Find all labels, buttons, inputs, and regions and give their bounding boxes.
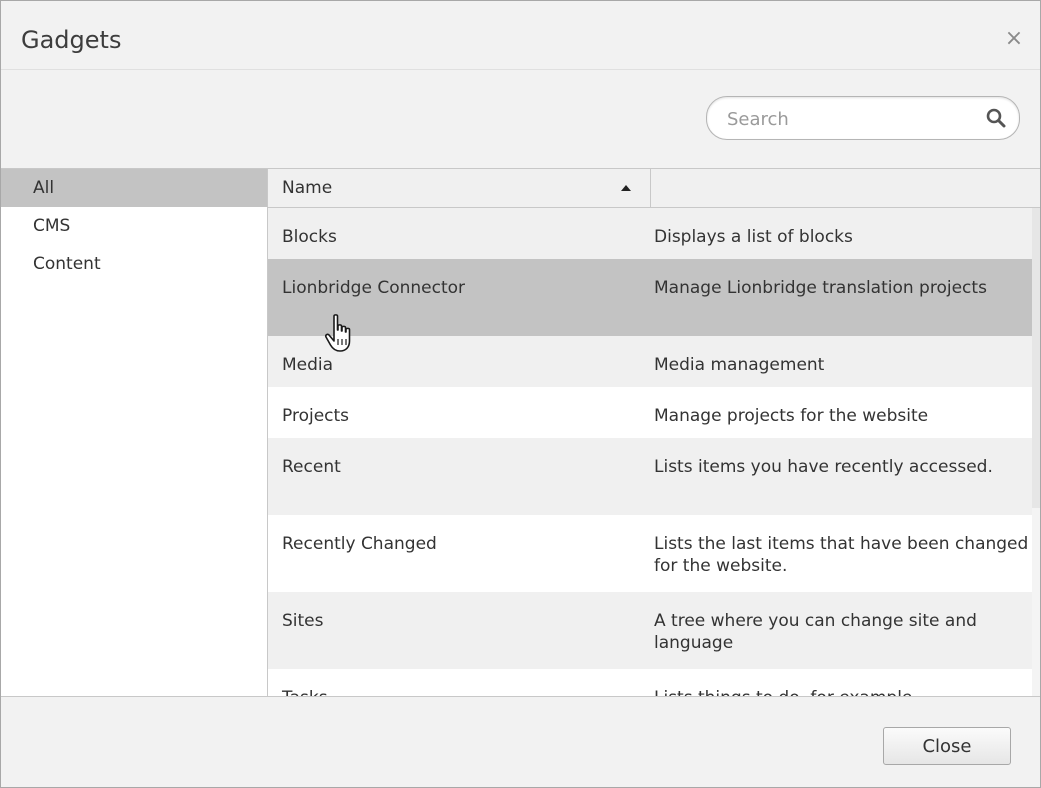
gadget-name: Media [282, 355, 334, 375]
search-box [706, 96, 1020, 140]
table-body: Blocks Displays a list of blocks Lionbri… [268, 208, 1032, 696]
table-row[interactable]: Tasks Lists things to do, for example [268, 669, 1032, 696]
sort-ascending-icon [621, 185, 631, 191]
gadget-description: A tree where you can change site and lan… [654, 611, 977, 653]
dialog-title: Gadgets [21, 26, 122, 54]
table-row[interactable]: Recently Changed Lists the last items th… [268, 515, 1032, 592]
column-header-name[interactable]: Name [268, 169, 651, 207]
dialog-titlebar: Gadgets × [1, 1, 1040, 70]
table-row[interactable]: Media Media management [268, 336, 1032, 387]
table-row[interactable]: Blocks Displays a list of blocks [268, 208, 1032, 259]
close-icon[interactable]: × [1004, 28, 1024, 50]
gadget-description: Media management [654, 355, 825, 375]
gadget-name: Recent [282, 457, 341, 477]
category-cms[interactable]: CMS [1, 207, 267, 245]
gadget-description: Displays a list of blocks [654, 227, 853, 247]
dialog-toolbar [1, 70, 1040, 169]
gadgets-dialog: Gadgets × All CMS Content Name B [0, 0, 1041, 788]
scrollbar-thumb[interactable] [1032, 208, 1040, 508]
gadget-name: Sites [282, 611, 324, 631]
table-row[interactable]: Projects Manage projects for the website [268, 387, 1032, 438]
category-all[interactable]: All [1, 169, 267, 207]
close-button[interactable]: Close [883, 727, 1011, 765]
table-scrollbar[interactable] [1032, 208, 1040, 696]
search-icon[interactable] [985, 107, 1007, 129]
gadget-table: Name Blocks Displays a list of blocks Li… [268, 169, 1040, 696]
gadget-description: Manage projects for the website [654, 406, 929, 426]
gadget-description: Lists items you have recently accessed. [654, 457, 993, 477]
gadget-name: Blocks [282, 227, 337, 247]
table-row[interactable]: Sites A tree where you can change site a… [268, 592, 1032, 669]
table-row[interactable]: Recent Lists items you have recently acc… [268, 438, 1032, 515]
category-list: All CMS Content [1, 169, 268, 696]
table-header: Name [268, 169, 1040, 208]
gadget-name: Recently Changed [282, 534, 437, 554]
gadget-name: Projects [282, 406, 350, 426]
gadget-name: Tasks [282, 687, 328, 696]
dialog-footer: Close [1, 696, 1040, 787]
gadget-name: Lionbridge Connector [282, 278, 465, 298]
category-content[interactable]: Content [1, 245, 267, 283]
gadget-description: Lists the last items that have been chan… [654, 534, 1029, 576]
search-input[interactable] [725, 103, 969, 135]
table-row[interactable]: Lionbridge Connector Manage Lionbridge t… [268, 259, 1032, 336]
column-header-label: Name [282, 178, 333, 198]
gadget-description: Lists things to do, for example [654, 687, 1030, 696]
gadget-description: Manage Lionbridge translation projects [654, 278, 987, 298]
